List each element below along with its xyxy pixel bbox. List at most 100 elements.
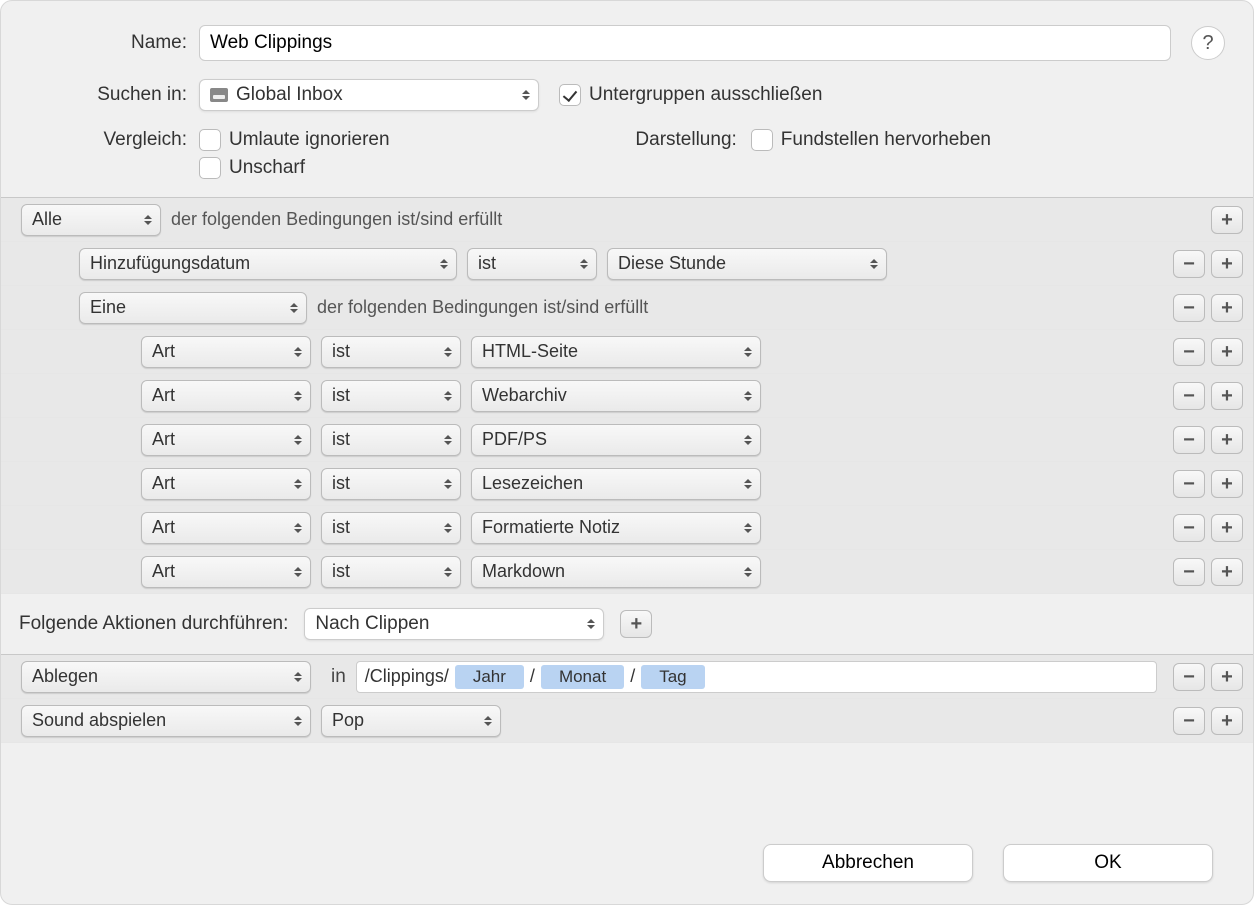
condition-value-select[interactable]: Webarchiv [471,380,761,412]
plus-icon: + [1221,667,1233,687]
search-in-select[interactable]: Global Inbox [199,79,539,111]
condition-field-select[interactable]: Art [141,512,311,544]
condition-field-select[interactable]: Art [141,336,311,368]
ignore-umlauts-label: Umlaute ignorieren [229,129,390,151]
checkbox-icon [199,129,221,151]
condition-field-select[interactable]: Art [141,468,311,500]
display-label: Darstellung: [635,129,736,151]
condition-op-select[interactable]: ist [321,468,461,500]
plus-icon: + [1221,518,1233,538]
plus-icon: + [1221,474,1233,494]
plus-icon: + [1221,562,1233,582]
checkbox-icon [199,157,221,179]
compare-label: Vergleich: [29,129,199,151]
checkbox-icon [559,84,581,106]
condition-value-select[interactable]: Markdown [471,556,761,588]
add-condition-button[interactable]: + [1211,294,1243,322]
minus-icon: − [1183,667,1195,687]
remove-condition-button[interactable]: − [1173,382,1205,410]
sub-scope-select[interactable]: Eine [79,292,307,324]
plus-icon: + [1221,430,1233,450]
add-action-button[interactable]: + [620,610,652,638]
condition-op-select[interactable]: ist [321,512,461,544]
action-type-select[interactable]: Sound abspielen [21,705,311,737]
ignore-umlauts-checkbox[interactable]: Umlaute ignorieren [199,129,390,151]
condition-op-select[interactable]: ist [321,556,461,588]
remove-condition-button[interactable]: − [1173,338,1205,366]
fuzzy-label: Unscharf [229,157,305,179]
sound-select[interactable]: Pop [321,705,501,737]
exclude-subgroups-checkbox[interactable]: Untergruppen ausschließen [559,84,822,106]
condition-value-select[interactable]: PDF/PS [471,424,761,456]
add-condition-button[interactable]: + [1211,206,1243,234]
minus-icon: − [1183,342,1195,362]
condition-value-select[interactable]: HTML-Seite [471,336,761,368]
remove-action-button[interactable]: − [1173,707,1205,735]
exclude-subgroups-label: Untergruppen ausschließen [589,84,822,106]
fuzzy-checkbox[interactable]: Unscharf [199,157,390,179]
remove-condition-button[interactable]: − [1173,426,1205,454]
remove-condition-button[interactable]: − [1173,558,1205,586]
ok-button[interactable]: OK [1003,844,1213,882]
inbox-icon [210,88,228,102]
actions-trigger-select[interactable]: Nach Clippen [304,608,604,640]
add-condition-button[interactable]: + [1211,558,1243,586]
remove-condition-button[interactable]: − [1173,514,1205,542]
plus-icon: + [1221,210,1233,230]
highlight-matches-label: Fundstellen hervorheben [781,129,991,151]
condition-field-select[interactable]: Art [141,380,311,412]
add-condition-button[interactable]: + [1211,250,1243,278]
minus-icon: − [1183,474,1195,494]
add-condition-button[interactable]: + [1211,382,1243,410]
condition-field-select[interactable]: Art [141,424,311,456]
remove-condition-button[interactable]: − [1173,294,1205,322]
add-condition-button[interactable]: + [1211,338,1243,366]
match-scope-select[interactable]: Alle [21,204,161,236]
path-prefix: /Clippings/ [365,666,449,687]
condition-field-select[interactable]: Hinzufügungsdatum [79,248,457,280]
minus-icon: − [1183,562,1195,582]
plus-icon: + [1221,711,1233,731]
remove-condition-button[interactable]: − [1173,470,1205,498]
condition-value-select[interactable]: Lesezeichen [471,468,761,500]
cond-text: der folgenden Bedingungen ist/sind erfül… [171,209,502,230]
condition-op-select[interactable]: ist [321,336,461,368]
condition-field-select[interactable]: Art [141,556,311,588]
minus-icon: − [1183,518,1195,538]
help-button[interactable]: ? [1191,26,1225,60]
checkbox-icon [751,129,773,151]
cond-text: der folgenden Bedingungen ist/sind erfül… [317,297,648,318]
add-action-button[interactable]: + [1211,663,1243,691]
remove-action-button[interactable]: − [1173,663,1205,691]
remove-condition-button[interactable]: − [1173,250,1205,278]
condition-op-select[interactable]: ist [321,380,461,412]
path-token[interactable]: Monat [541,665,624,689]
help-icon: ? [1202,32,1213,55]
add-action-button[interactable]: + [1211,707,1243,735]
plus-icon: + [631,614,643,634]
actions-header-label: Folgende Aktionen durchführen: [19,613,288,635]
path-token[interactable]: Tag [641,665,704,689]
name-label: Name: [29,32,199,54]
name-input[interactable] [199,25,1171,61]
action-type-select[interactable]: Ablegen [21,661,311,693]
cancel-button[interactable]: Abbrechen [763,844,973,882]
plus-icon: + [1221,298,1233,318]
minus-icon: − [1183,254,1195,274]
condition-value-select[interactable]: Diese Stunde [607,248,887,280]
add-condition-button[interactable]: + [1211,426,1243,454]
highlight-matches-checkbox[interactable]: Fundstellen hervorheben [751,129,991,151]
path-input[interactable]: /Clippings/ Jahr / Monat / Tag [356,661,1157,693]
minus-icon: − [1183,386,1195,406]
condition-op-select[interactable]: ist [467,248,597,280]
search-in-label: Suchen in: [29,84,199,106]
search-in-value: Global Inbox [236,84,343,106]
plus-icon: + [1221,254,1233,274]
add-condition-button[interactable]: + [1211,514,1243,542]
minus-icon: − [1183,430,1195,450]
add-condition-button[interactable]: + [1211,470,1243,498]
path-token[interactable]: Jahr [455,665,524,689]
plus-icon: + [1221,386,1233,406]
condition-op-select[interactable]: ist [321,424,461,456]
condition-value-select[interactable]: Formatierte Notiz [471,512,761,544]
